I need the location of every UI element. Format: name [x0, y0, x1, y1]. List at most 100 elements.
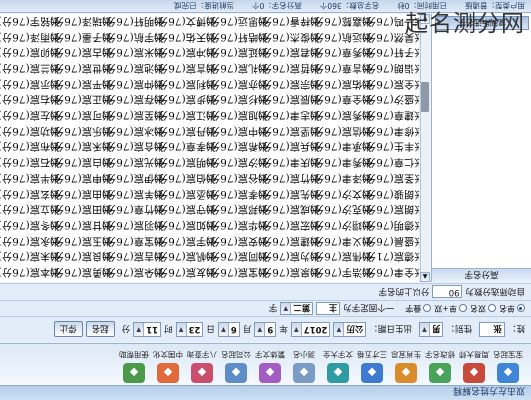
toolbar-button-4[interactable]: ◆ 三才五格: [355, 345, 389, 385]
hour-select[interactable]: 23 ▼: [175, 322, 204, 337]
name-type-radio-2[interactable]: 单+双: [434, 303, 467, 314]
day-unit: 日: [206, 323, 215, 334]
name-item[interactable]: 张立宸(76分): [0, 201, 60, 217]
toolbar-button-0[interactable]: ◆ 宝宝起名: [491, 345, 525, 385]
toolbar-button-9[interactable]: ◆ 八字查询: [185, 345, 219, 385]
name-type-radio-1[interactable]: 双名: [470, 303, 496, 314]
toolbar-button-3[interactable]: ◆ 生肖宜忌: [389, 345, 423, 385]
toolbar-button-8[interactable]: ◆ 公司起名: [219, 345, 253, 385]
name-item[interactable]: 张雨泽(76分): [0, 28, 60, 44]
radio-dot[interactable]: [423, 304, 432, 313]
high-score-header: 高分名字: [432, 268, 531, 282]
toolbar-button-7[interactable]: ◆ 繁体文字: [253, 345, 287, 385]
toolbar-button-label: 文字大全: [323, 350, 353, 359]
baby-icon: ◆: [497, 363, 519, 383]
high-score-panel: 高分名字 复制所选名字: [431, 14, 531, 282]
name-item[interactable]: 张永宸(76分): [0, 232, 60, 248]
name-item[interactable]: 张兰宸(76分): [0, 59, 60, 75]
zodiac-icon: ◆: [395, 363, 417, 383]
name-type-radio-3[interactable]: 叠字: [405, 303, 432, 314]
toolbar-button-label: 八字查询: [187, 350, 217, 359]
chevron-down-icon: ▼: [255, 323, 266, 336]
name-item[interactable]: 张功宸(76分): [0, 122, 60, 138]
year-unit: 年: [279, 323, 288, 334]
toolbar-button-5[interactable]: ◆ 文字大全: [321, 345, 355, 385]
start-naming-button[interactable]: 起名: [85, 321, 115, 338]
vertical-scrollbar[interactable]: ▲ ▼: [420, 14, 430, 282]
gender-value: 男: [431, 323, 441, 334]
toolbar-button-label: 使用帮助: [119, 350, 149, 359]
toolbar-button-11[interactable]: ◆ 使用帮助: [117, 345, 151, 385]
toolbar-button-10[interactable]: ◆ 中国文化: [151, 345, 185, 385]
birth-date-label: 出生日期：: [369, 323, 412, 334]
app-window: 双击左方姓名解释 ◆ 宝宝起名 ◆ 周易大师 ◆ 修改名字 ◆ 生肖宜忌 ◆ 三才五格 ◆ 文字大全 ◆…: [0, 0, 531, 400]
name-column: 张本宸(76分) 张未宸(76分) 张永宸(76分) 张冬宸(76分) 张立宸(76分)…: [0, 14, 60, 282]
hour-unit: 时: [164, 323, 173, 334]
fixed-position-select[interactable]: 第二 ▼: [280, 302, 314, 315]
gender-select[interactable]: 男 ▼: [418, 322, 444, 337]
surname-label: 姓：: [507, 323, 525, 334]
toolbar: ◆ 宝宝起名 ◆ 周易大师 ◆ 修改名字 ◆ 生肖宜忌 ◆ 三才五格 ◆ 文字大全 ◆ 测小名 ◆ 繁体文字 ◆…: [0, 343, 531, 385]
grid-icon: ◆: [361, 363, 383, 383]
radio-dot[interactable]: [517, 304, 525, 313]
name-item[interactable]: 张本宸(76分): [0, 263, 60, 279]
name-type-radio-0[interactable]: 单名: [499, 303, 525, 314]
radio-label: 双名: [470, 304, 486, 313]
score-unit: 分以上的名字: [378, 286, 430, 296]
day-select[interactable]: 6 ▼: [217, 322, 240, 337]
text-icon: ◆: [259, 363, 281, 383]
toolbar-button-label: 测小名: [292, 350, 316, 359]
name-item[interactable]: 张未宸(76分): [0, 248, 60, 264]
help-icon: ◆: [123, 363, 145, 383]
calendar-type-value: 公历: [346, 323, 364, 334]
name-item[interactable]: 张示宸(76分): [0, 75, 60, 91]
chevron-down-icon: ▼: [281, 303, 292, 314]
month-select[interactable]: 9 ▼: [254, 322, 277, 337]
edit-icon: ◆: [429, 363, 451, 383]
year-select[interactable]: 2017 ▼: [290, 322, 331, 337]
name-item[interactable]: 张冬宸(76分): [0, 216, 60, 232]
calendar-type-select[interactable]: 公历 ▼: [333, 322, 367, 337]
radio-label: 叠字: [405, 304, 422, 313]
name-item[interactable]: 张卯宸(76分): [0, 44, 60, 60]
name-item[interactable]: 张右宸(76分): [0, 91, 60, 107]
name-column: 张勇宸(76分) 张良宸(76分) 张玉宸(76分) 张甘宸(76分) 张田宸(76分)…: [50, 14, 113, 282]
name-column: 张全聿(76分) 张德宸(71分) 张盛晨(76分) 张德明(76分) 张朗宸(76分)…: [362, 14, 419, 282]
fixed-char-input[interactable]: 主: [316, 302, 341, 315]
chevron-down-icon: ▼: [419, 323, 430, 336]
gender-label: 性别：: [446, 323, 472, 334]
toolbar-button-1[interactable]: ◆ 周易大师: [457, 345, 491, 385]
scroll-up-arrow-icon[interactable]: ▲: [420, 272, 430, 282]
name-item[interactable]: 张石宸(76分): [0, 154, 60, 170]
stop-button[interactable]: 停止: [53, 321, 83, 338]
name-column: 张浩宇(76分) 张伟宸(76分) 张义聿(76分) 张翊汐(76分) 张克汐(76分)…: [310, 14, 373, 282]
radio-dot[interactable]: [459, 304, 467, 313]
toolbar-button-2[interactable]: ◆ 修改名字: [423, 345, 457, 385]
toolbar-button-label: 宝宝起名: [493, 350, 523, 359]
toolbar-button-label: 修改名字: [425, 350, 455, 359]
score-input[interactable]: 90: [432, 285, 463, 299]
toolbar-button-label: 三才五格: [357, 350, 387, 359]
name-column: 张泉宸(76分) 张为宸(76分) 张建宸(76分) 张宏宸(76分) 张成宸(76分)…: [258, 14, 321, 282]
toolbar-button-label: 繁体文字: [255, 350, 285, 359]
name-results-grid: 张全聿(76分) 张德宸(71分) 张盛晨(76分) 张德明(76分) 张朗宸(76分)…: [0, 14, 419, 282]
month-unit: 月: [242, 323, 252, 334]
minute-value: 11: [146, 324, 158, 335]
radio-dot[interactable]: [488, 304, 496, 313]
name-item[interactable]: 张布宸(76分): [0, 138, 60, 154]
status-item-2: 名字总数：360个: [319, 1, 380, 11]
name-item[interactable]: 张左宸(76分): [0, 106, 60, 122]
surname-input[interactable]: 张: [478, 322, 505, 337]
scroll-thumb[interactable]: [421, 82, 429, 112]
lantern-icon: ◆: [157, 363, 179, 383]
name-item[interactable]: 张铭宇(76分): [0, 14, 60, 28]
score-filter-label: 自动筛选分数为: [465, 286, 525, 296]
name-item[interactable]: 张玄宸(76分): [0, 185, 60, 201]
toolbar-button-6[interactable]: ◆ 测小名: [287, 345, 321, 385]
bagua-icon: ◆: [463, 363, 485, 383]
name-type-row: 单名 双名 单+双 叠字 一个固定字为 主 第二 ▼ 字: [0, 300, 531, 316]
minute-select[interactable]: 11 ▼: [133, 322, 161, 337]
calendar-icon: ◆: [191, 363, 213, 383]
name-item[interactable]: 张半宸(76分): [0, 169, 60, 185]
score-filter-row: 自动筛选分数为 90 分以上的名字: [0, 283, 531, 300]
